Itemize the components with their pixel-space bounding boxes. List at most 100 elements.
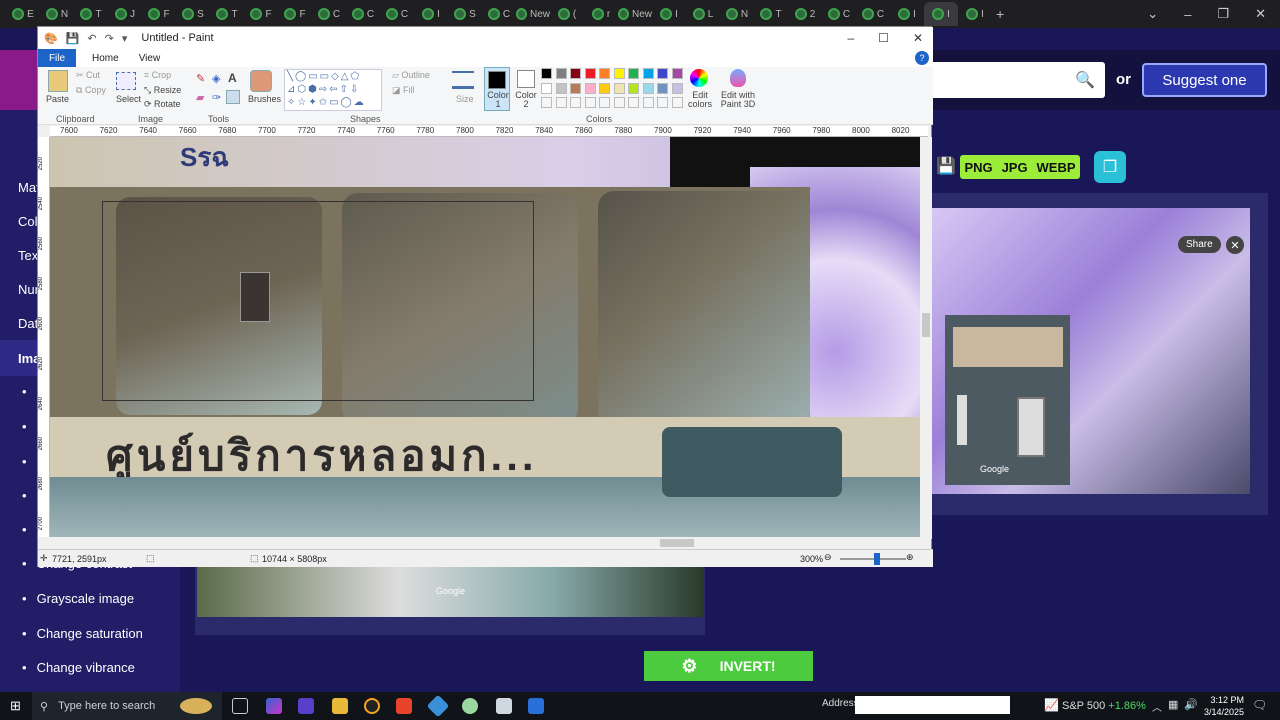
save-icon[interactable]: 💾 (936, 156, 956, 176)
edit-with-paint3d-button[interactable]: Edit with Paint 3D (720, 91, 756, 109)
browser-tab[interactable]: New (618, 2, 652, 26)
browser-tab[interactable]: C (312, 2, 346, 26)
minimize-icon[interactable]: – (847, 31, 854, 45)
select-button[interactable]: Select (116, 94, 141, 104)
cut-button[interactable]: ✂ Cut (76, 70, 100, 81)
network-icon[interactable]: ▦ (1168, 698, 1178, 711)
palette-empty-swatch[interactable] (628, 97, 639, 108)
invert-button[interactable]: ⚙ INVERT! (644, 651, 813, 681)
browser-tab[interactable]: S (176, 2, 210, 26)
format-png-button[interactable]: PNG (964, 160, 992, 175)
site-search-input[interactable]: 🔍 (930, 62, 1105, 98)
paint3d-icon[interactable] (730, 69, 746, 87)
palette-swatch[interactable] (570, 82, 581, 94)
edit-colors-icon[interactable] (690, 69, 708, 87)
search-icon[interactable]: 🔍 (1075, 70, 1095, 90)
format-jpg-button[interactable]: JPG (1002, 160, 1028, 175)
redo-icon[interactable]: ↷ (105, 32, 114, 45)
taskbar-clock[interactable]: 3:12 PM 3/14/2025 (1200, 694, 1244, 718)
eraser-icon[interactable]: ▰ (196, 91, 204, 104)
palette-swatch[interactable] (599, 68, 610, 79)
zoom-slider-thumb[interactable] (874, 553, 880, 565)
help-icon[interactable]: ? (915, 51, 929, 65)
address-input[interactable] (855, 696, 1010, 714)
pencil-icon[interactable]: ✎ (196, 72, 205, 85)
browser-tab[interactable]: N (720, 2, 754, 26)
browser-tab[interactable]: F (142, 2, 176, 26)
browser-tab[interactable]: I (890, 2, 924, 26)
browser-tab[interactable]: L (686, 2, 720, 26)
color2-swatch[interactable] (517, 70, 535, 88)
palette-swatch[interactable] (613, 68, 625, 79)
browser-tab[interactable]: J (108, 2, 142, 26)
crop-button[interactable]: ⌗ Crop (144, 70, 171, 81)
undo-icon[interactable]: ↶ (87, 32, 96, 45)
browser-tab[interactable]: E (6, 2, 40, 26)
palette-empty-swatch[interactable] (599, 97, 610, 108)
palette-swatch[interactable] (613, 82, 625, 94)
horizontal-scroll-thumb[interactable] (660, 539, 694, 547)
stock-widget[interactable]: S&P 500 +1.86% (1062, 700, 1146, 712)
zoom-in-icon[interactable]: ⊕ (906, 552, 914, 563)
palette-empty-swatch[interactable] (671, 97, 683, 108)
palette-swatch[interactable] (642, 68, 654, 79)
size-button[interactable]: Size (456, 94, 474, 104)
suggest-one-button[interactable]: Suggest one (1142, 63, 1267, 97)
app-icon[interactable] (496, 698, 512, 714)
windows-start-icon[interactable]: ⊞ (10, 698, 21, 714)
tab-home[interactable]: Home (92, 53, 119, 64)
browser-tab[interactable]: C (822, 2, 856, 26)
chevron-down-icon[interactable]: ⌄ (1147, 6, 1158, 22)
notification-icon[interactable]: 🗨 (1252, 698, 1267, 712)
sidebar-link-saturation[interactable]: Change saturation (22, 626, 143, 641)
palette-empty-swatch[interactable] (584, 97, 596, 108)
palette-swatch[interactable] (657, 82, 668, 94)
palette-swatch[interactable] (541, 68, 552, 79)
tab-file[interactable]: File (38, 49, 76, 67)
paste-icon[interactable] (48, 70, 68, 92)
palette-empty-swatch[interactable] (541, 97, 552, 108)
text-tool-icon[interactable]: A (228, 71, 237, 85)
sidebar-item-color[interactable]: Col (18, 214, 38, 229)
palette-swatch[interactable] (555, 82, 567, 94)
volume-icon[interactable]: 🔊 (1184, 698, 1198, 711)
resize-button[interactable]: ⤡ Resize (144, 85, 181, 96)
browser-tab[interactable]: F (244, 2, 278, 26)
sidebar-link-vibrance[interactable]: Change vibrance (22, 660, 135, 675)
save-icon[interactable]: 💾 (66, 32, 80, 45)
customize-icon[interactable]: ▾ (122, 32, 128, 45)
outline-button[interactable]: ▱ Outline (392, 70, 430, 81)
brushes-button[interactable]: Brushes (248, 94, 281, 104)
palette-empty-swatch[interactable] (657, 97, 668, 108)
paint-taskbar-icon[interactable] (462, 698, 478, 714)
paint-canvas[interactable]: Sรฉ ศูนย์บริการหลอมก... (50, 137, 920, 537)
browser-tab[interactable]: T (754, 2, 788, 26)
palette-swatch[interactable] (628, 68, 639, 79)
site-logo[interactable] (0, 50, 37, 110)
browser-tab[interactable]: I (414, 2, 448, 26)
palette-swatch[interactable] (541, 82, 552, 94)
sidebar-link-grayscale[interactable]: Grayscale image (22, 591, 135, 606)
zoom-slider-track[interactable] (840, 553, 906, 565)
palette-swatch[interactable] (628, 82, 639, 94)
taskbar-widget-icon[interactable] (180, 698, 212, 714)
app-icon[interactable] (364, 698, 380, 714)
magnifier-icon[interactable] (226, 90, 240, 104)
browser-tab[interactable]: C (856, 2, 890, 26)
browser-tab[interactable]: I (958, 2, 992, 26)
close-icon[interactable]: ✕ (913, 31, 923, 45)
palette-swatch[interactable] (555, 68, 567, 79)
browser-tab[interactable]: C (482, 2, 516, 26)
browser-tab[interactable]: r (584, 2, 618, 26)
palette-empty-swatch[interactable] (613, 97, 625, 108)
palette-empty-swatch[interactable] (642, 97, 654, 108)
maximize-icon[interactable]: ❐ (1217, 6, 1229, 22)
chevron-up-icon[interactable]: ︿ (1152, 699, 1162, 714)
browser-tab[interactable]: T (210, 2, 244, 26)
horizontal-scrollbar[interactable] (50, 537, 920, 549)
palette-swatch[interactable] (642, 82, 654, 94)
browser-tab[interactable]: C (380, 2, 414, 26)
brave-browser-icon[interactable] (396, 698, 412, 714)
select-icon[interactable] (116, 72, 136, 90)
sidebar-item-date[interactable]: Dat (18, 316, 38, 331)
